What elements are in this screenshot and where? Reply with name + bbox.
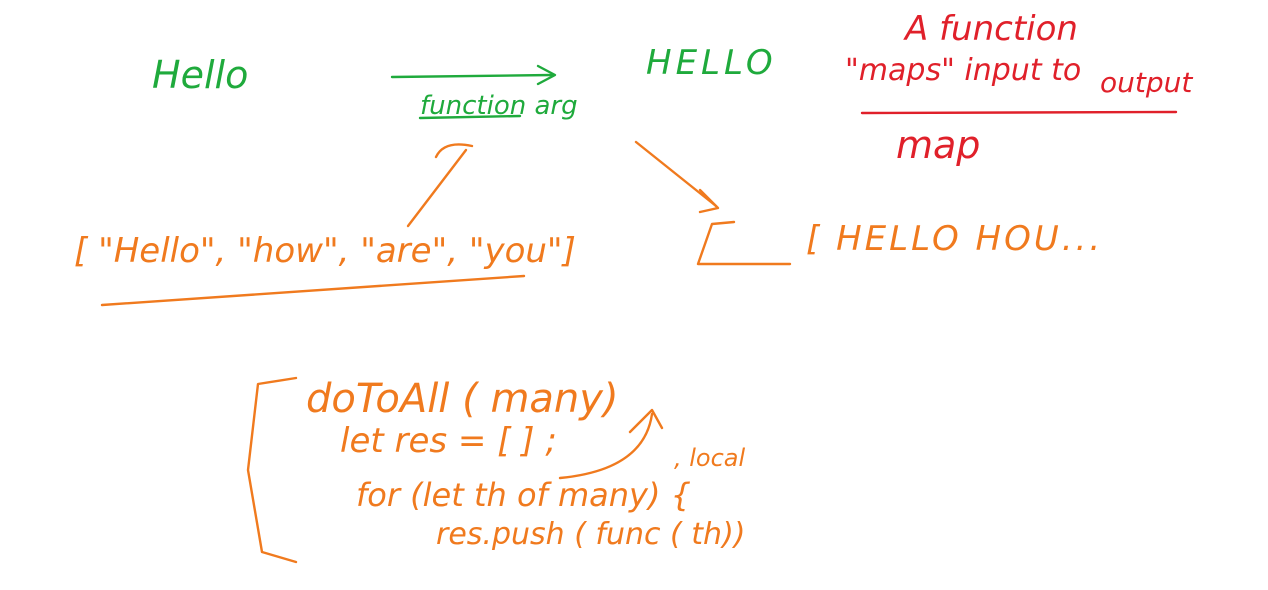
definition-term: map bbox=[896, 123, 980, 167]
code-annotation: , local bbox=[674, 444, 746, 472]
code-line-3: for (let th of many) { bbox=[356, 476, 691, 514]
annotation-arrow-head bbox=[628, 408, 664, 434]
definition-line-3: output bbox=[1100, 66, 1193, 99]
code-block-bracket bbox=[246, 376, 298, 564]
output-array: [ HELLO HOU... bbox=[806, 219, 1103, 259]
definition-line-2: "maps" input to bbox=[845, 53, 1081, 88]
whiteboard-canvas: Hello function arg HELLO A function "map… bbox=[74, 9, 1193, 564]
definition-line-1: A function bbox=[903, 9, 1078, 49]
code-line-4: res.push ( func ( th)) bbox=[436, 517, 745, 552]
input-array-underline bbox=[100, 274, 526, 307]
transform-arrow-shaft bbox=[390, 73, 554, 79]
input-array: [ "Hello", "how", "are", "you"] bbox=[74, 231, 576, 271]
code-line-2: let res = [ ] ; bbox=[340, 421, 557, 461]
apply-arrow-down bbox=[634, 140, 718, 208]
input-word: Hello bbox=[152, 53, 248, 97]
code-line-1: doToAll ( many) bbox=[306, 376, 619, 422]
output-array-bracket bbox=[696, 220, 792, 266]
output-word: HELLO bbox=[646, 43, 777, 83]
apply-arrow-up bbox=[406, 148, 468, 228]
definition-divider bbox=[860, 110, 1178, 115]
